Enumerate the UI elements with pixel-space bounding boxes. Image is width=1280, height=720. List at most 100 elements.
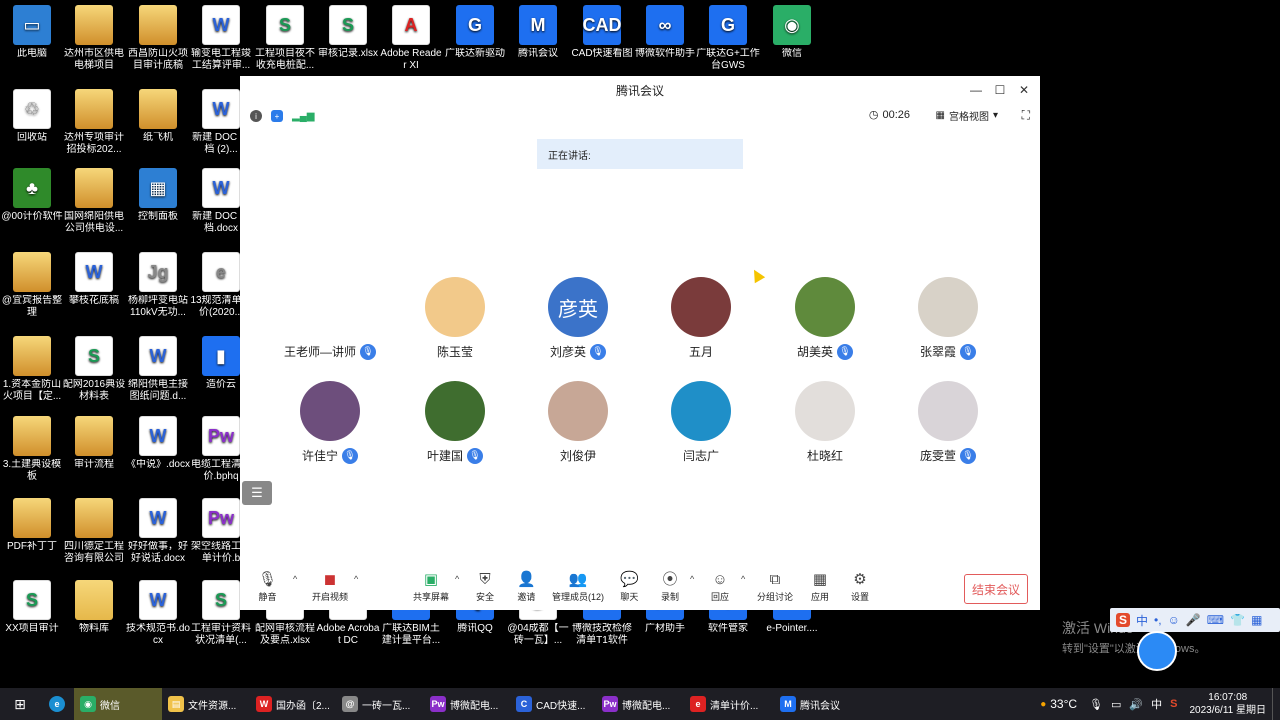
breakout-button[interactable]: ⧉ 分组讨论 — [757, 570, 793, 603]
taskbar-app-button[interactable]: ◉ 微信 — [74, 688, 162, 720]
sogou-tray-icon[interactable]: S — [1170, 698, 1177, 710]
apps-button[interactable]: ▦ 应用 — [811, 570, 829, 603]
edge-button[interactable]: e — [40, 688, 74, 720]
desktop-icon[interactable]: W 绵阳供电主接图纸问题.d... — [126, 336, 190, 403]
mute-caret-icon[interactable]: ^ — [293, 574, 297, 584]
voice-icon[interactable]: 🎤 — [1186, 613, 1201, 627]
ime-mode-label[interactable]: 中 — [1136, 612, 1148, 629]
taskbar-app-button[interactable]: Pw 博微配电... — [596, 688, 684, 720]
list-icon[interactable]: ☰ — [242, 481, 272, 505]
desktop-icon[interactable]: 达州市区供电电梯项目 — [62, 5, 126, 72]
desktop-icon[interactable]: 四川德定工程咨询有限公司 — [62, 498, 126, 565]
share-screen-button[interactable]: ▣ 共享屏幕 — [413, 570, 449, 603]
desktop-icon[interactable]: 纸飞机 — [126, 89, 190, 144]
desktop-icon[interactable]: PDF补丁丁 — [0, 498, 64, 553]
tray-icons[interactable]: 🎙 ▭ 🔊 中 S — [1083, 688, 1183, 720]
participant-tile[interactable]: 陈玉莹 — [400, 277, 510, 360]
taskbar-app-button[interactable]: C CAD快速... — [510, 688, 596, 720]
info-icon[interactable]: i — [250, 110, 262, 122]
participant-tile[interactable]: 王老师—讲师 🎙 — [275, 277, 385, 360]
shield-icon[interactable]: + — [271, 110, 283, 122]
desktop-icon[interactable]: W 好好做事，好好说话.docx — [126, 498, 190, 565]
settings-button[interactable]: ⚙ 设置 — [851, 570, 869, 603]
mute-button[interactable]: 🎙 静音 — [258, 570, 277, 603]
desktop-icon[interactable]: ▦ 控制面板 — [126, 168, 190, 223]
window-titlebar[interactable]: 腾讯会议 — ☐ ✕ — [240, 76, 1040, 104]
taskbar-app-button[interactable]: ▤ 文件资源... — [162, 688, 250, 720]
reactions-button[interactable]: ☺ 回应 — [711, 570, 729, 603]
taskbar-app-button[interactable]: W 国办函〔2... — [250, 688, 336, 720]
record-button[interactable]: ⦿ 录制 — [661, 570, 679, 603]
skin-icon[interactable]: 👕 — [1230, 613, 1245, 627]
desktop-icon[interactable]: 国网绵阳供电公司供电设... — [62, 168, 126, 235]
ime-toolbar[interactable]: S 中 •, ☺ 🎤 ⌨ 👕 ▦ — [1110, 608, 1280, 632]
desktop-icon[interactable]: ♣ @00计价软件 — [0, 168, 64, 223]
desktop-icon[interactable]: S 配网2016典设材料表 — [62, 336, 126, 403]
participant-tile[interactable]: 杜晓红 — [770, 381, 880, 464]
weather-widget[interactable]: ● 33°C — [1034, 688, 1083, 720]
participant-tile[interactable]: 许佳宁 🎙 — [275, 381, 385, 464]
desktop-icon[interactable]: 物料库 — [62, 580, 126, 635]
record-caret-icon[interactable]: ^ — [690, 574, 694, 584]
participant-tile[interactable]: 闫志广 — [646, 381, 756, 464]
desktop-icon[interactable]: G 广联达G+工作台GWS — [696, 5, 760, 72]
participant-tile[interactable]: 胡美英 🎙 — [770, 277, 880, 360]
view-mode-dropdown[interactable]: ▦ 宫格视图 ▾ — [936, 108, 998, 123]
desktop-icon[interactable]: CAD CAD快速看图 — [570, 5, 634, 60]
start-button[interactable]: ⊞ — [0, 688, 40, 720]
desktop-icon[interactable]: 1.资本金防山火项目【定... — [0, 336, 64, 403]
participant-tile[interactable]: 庞雯萱 🎙 — [893, 381, 1003, 464]
end-meeting-button[interactable]: 结束会议 — [964, 574, 1028, 604]
punctuation-icon[interactable]: •, — [1154, 613, 1162, 627]
desktop-icon[interactable]: A Adobe Reader XI — [379, 5, 443, 72]
chat-button[interactable]: 💬 聊天 — [620, 570, 639, 603]
network-icon[interactable]: ▭ — [1111, 698, 1121, 711]
taskbar-app-button[interactable]: M 腾讯会议 — [774, 688, 854, 720]
desktop-icon[interactable]: S 审核记录.xlsx — [316, 5, 380, 60]
sogou-icon[interactable]: S — [1116, 613, 1131, 627]
clock[interactable]: 16:07:08 2023/6/11 星期日 — [1183, 688, 1272, 720]
reactions-caret-icon[interactable]: ^ — [741, 574, 745, 584]
desktop-icon[interactable]: Jg 杨柳坪变电站110kV无功... — [126, 252, 190, 319]
taskbar-app-button[interactable]: e 清单计价... — [684, 688, 774, 720]
share-caret-icon[interactable]: ^ — [455, 574, 459, 584]
floating-ball[interactable] — [1137, 631, 1177, 671]
participant-tile[interactable]: 叶建国 🎙 — [400, 381, 510, 464]
desktop-icon[interactable]: 西昌防山火项目审计底稿 — [126, 5, 190, 72]
desktop-icon[interactable]: ◉ 微信 — [760, 5, 824, 60]
fullscreen-icon[interactable]: ⛶ — [1022, 108, 1030, 123]
participant-tile[interactable]: 彦英 刘彦英 🎙 — [523, 277, 633, 360]
desktop-icon[interactable]: ♲ 回收站 — [0, 89, 64, 144]
taskbar-app-button[interactable]: @ 一砖一瓦... — [336, 688, 424, 720]
participant-tile[interactable]: 五月 — [646, 277, 756, 360]
mic-tray-icon[interactable]: 🎙 — [1089, 698, 1103, 711]
desktop-icon[interactable]: ∞ 博微软件助手 — [633, 5, 697, 60]
close-icon[interactable]: ✕ — [1014, 80, 1034, 100]
desktop-icon[interactable]: W 《中说》.docx — [126, 416, 190, 471]
manage-members-button[interactable]: 👥 管理成员(12) — [552, 570, 604, 603]
taskbar-app-button[interactable]: Pw 博微配电... — [424, 688, 510, 720]
desktop-icon[interactable]: 达州专项审计招投标202... — [62, 89, 126, 156]
desktop-icon[interactable]: S 工程项目夜不收充电桩配... — [253, 5, 317, 72]
minimize-icon[interactable]: — — [966, 80, 986, 100]
signal-icon[interactable]: ▂▄▆ — [292, 111, 314, 122]
desktop-icon[interactable]: W 技术规范书.docx — [126, 580, 190, 647]
invite-button[interactable]: 👤 邀请 — [517, 570, 536, 603]
desktop-icon[interactable]: M 腾讯会议 — [506, 5, 570, 60]
participant-tile[interactable]: 刘俊伊 — [523, 381, 633, 464]
ime-indicator[interactable]: 中 — [1151, 696, 1162, 712]
security-button[interactable]: ⛨ 安全 — [476, 570, 494, 603]
menu-icon[interactable]: ▦ — [1251, 613, 1262, 627]
keyboard-icon[interactable]: ⌨ — [1207, 613, 1224, 627]
volume-icon[interactable]: 🔊 — [1129, 698, 1143, 711]
desktop-icon[interactable]: ▭ 此电脑 — [0, 5, 64, 60]
desktop-icon[interactable]: 3.土建典设模板 — [0, 416, 64, 483]
desktop-icon[interactable]: G 广联达新驱动 — [443, 5, 507, 60]
desktop-icon[interactable]: W 输变电工程竣工结算评审... — [189, 5, 253, 72]
desktop-icon[interactable]: S XX项目审计 — [0, 580, 64, 635]
emoji-icon[interactable]: ☺ — [1168, 613, 1180, 627]
desktop-icon[interactable]: 审计流程 — [62, 416, 126, 471]
participant-tile[interactable]: 张翠霞 🎙 — [893, 277, 1003, 360]
video-button[interactable]: ◼ 开启视频 — [312, 570, 348, 603]
desktop-icon[interactable]: W 攀枝花底稿 — [62, 252, 126, 307]
